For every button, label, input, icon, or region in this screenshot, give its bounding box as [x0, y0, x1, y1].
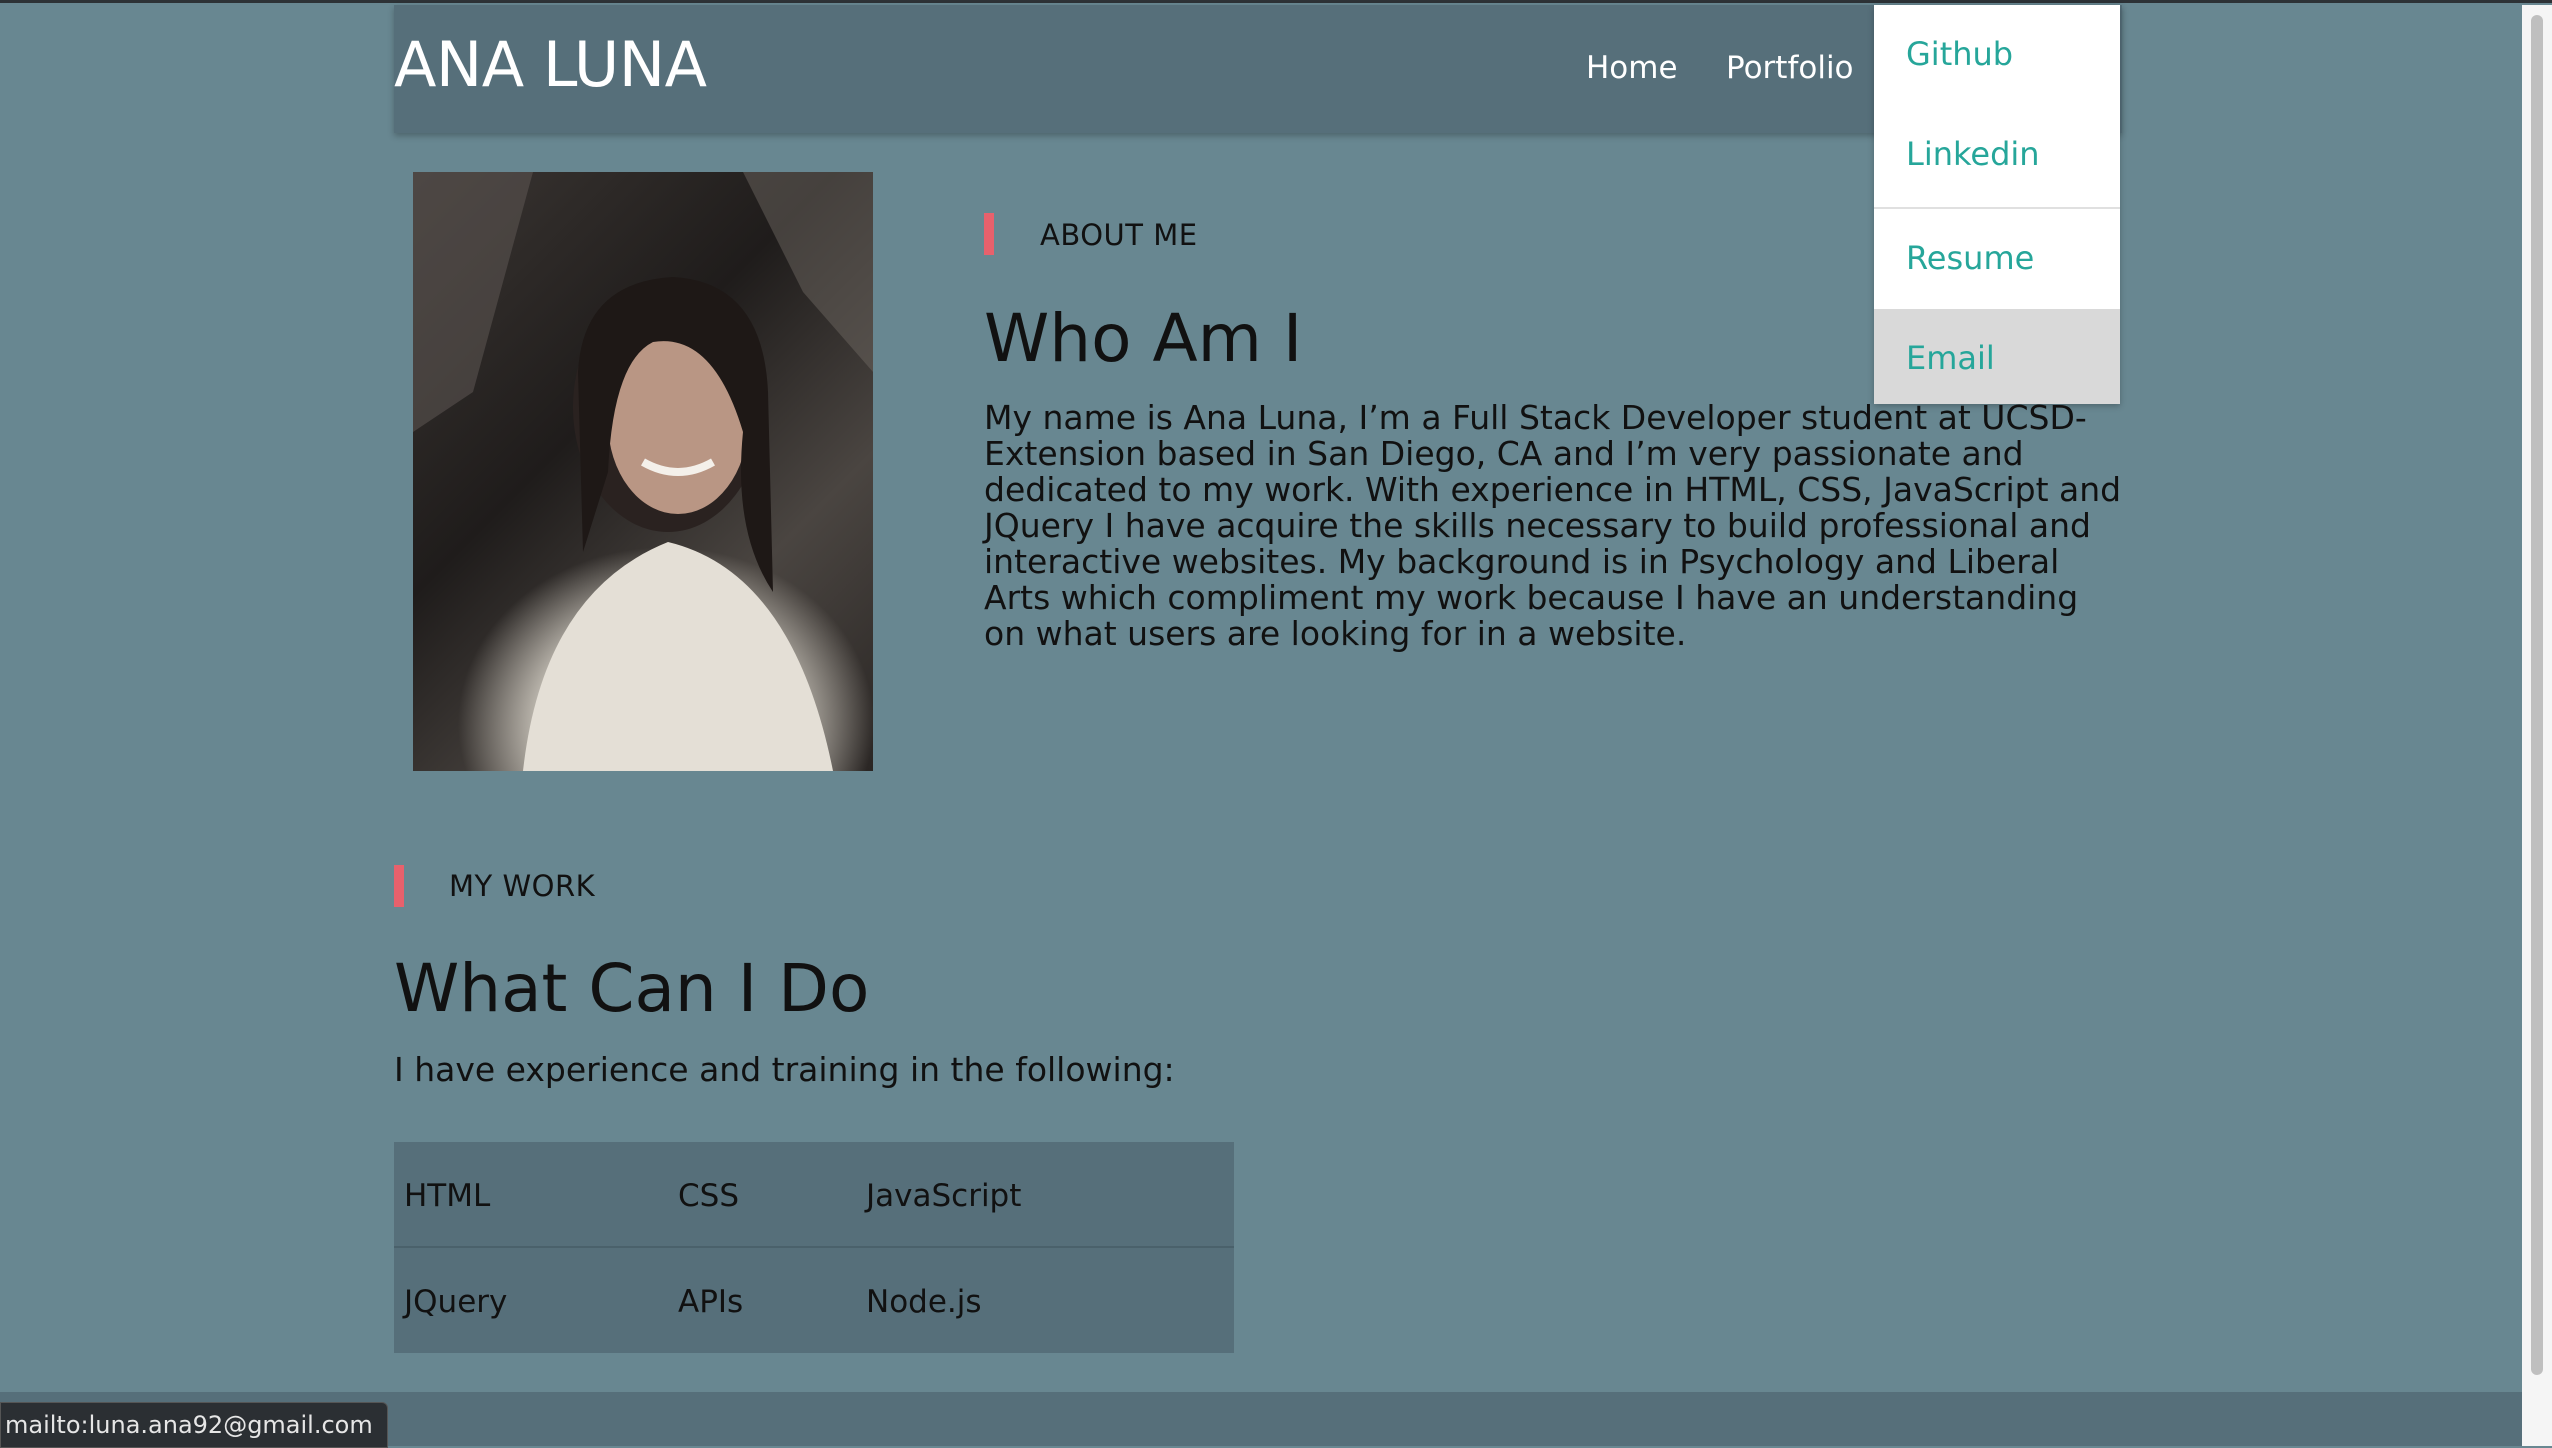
profile-photo [413, 172, 873, 771]
brand-title[interactable]: ANA LUNA [394, 28, 707, 101]
table-row: JQuery APIs Node.js [394, 1246, 1234, 1353]
profile-photo-illustration [413, 172, 873, 771]
work-subtitle: I have experience and training in the fo… [394, 1050, 1175, 1089]
skill-cell: CSS [678, 1178, 740, 1214]
dropdown-item-label: Email [1906, 339, 1995, 377]
skill-cell: Node.js [866, 1284, 982, 1320]
dropdown-item-label: Resume [1906, 239, 2035, 277]
skill-cell: HTML [404, 1178, 491, 1214]
page-scrollbar[interactable] [2522, 5, 2552, 1446]
work-accent-bar [394, 865, 404, 907]
skill-cell: APIs [678, 1284, 744, 1320]
skill-cell: JavaScript [866, 1178, 1022, 1214]
dropdown-item-linkedin[interactable]: Linkedin [1874, 105, 2120, 205]
skill-cell: JQuery [404, 1284, 508, 1320]
nav-portfolio[interactable]: Portfolio [1726, 50, 1854, 86]
dropdown-item-label: Linkedin [1906, 135, 2040, 173]
contact-dropdown-menu: Github Linkedin Resume Email [1874, 5, 2120, 404]
about-accent-bar [984, 213, 994, 255]
about-title: Who Am I [984, 300, 1303, 377]
about-text: My name is Ana Luna, I’m a Full Stack De… [984, 398, 2122, 653]
scrollbar-thumb[interactable] [2531, 15, 2543, 1375]
skills-table: HTML CSS JavaScript JQuery APIs Node.js [394, 1142, 1234, 1353]
link-status-bar: mailto:luna.ana92@gmail.com [0, 1402, 388, 1448]
work-kicker: MY WORK [449, 869, 596, 903]
work-title: What Can I Do [394, 950, 870, 1027]
nav-home[interactable]: Home [1586, 50, 1678, 86]
dropdown-item-label: Github [1906, 35, 2014, 73]
dropdown-item-email[interactable]: Email [1874, 309, 2120, 404]
dropdown-item-resume[interactable]: Resume [1874, 209, 2120, 309]
table-row: HTML CSS JavaScript [394, 1142, 1234, 1247]
dropdown-item-github[interactable]: Github [1874, 5, 2120, 105]
about-kicker: ABOUT ME [1040, 218, 1198, 252]
window-top-border [0, 0, 2552, 3]
